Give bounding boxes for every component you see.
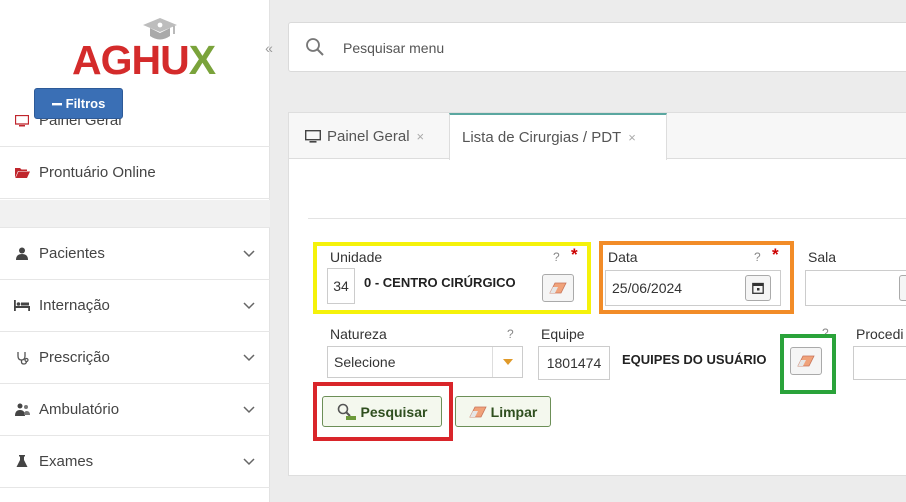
filters-divider bbox=[308, 218, 906, 219]
logo: AGHUX bbox=[0, 0, 269, 95]
monitor-icon bbox=[11, 113, 33, 129]
sala-input[interactable] bbox=[805, 270, 906, 306]
sidebar-item-ambulatorio[interactable]: Ambulatório bbox=[0, 384, 270, 436]
monitor-icon bbox=[305, 129, 321, 143]
pesquisar-label: Pesquisar bbox=[360, 403, 428, 420]
sidebar-item-label: Exames bbox=[39, 453, 94, 470]
equipe-value: EQUIPES DO USUÁRIO bbox=[622, 352, 767, 367]
natureza-dropdown-toggle[interactable] bbox=[492, 347, 522, 377]
collapse-sidebar-button[interactable]: « bbox=[262, 38, 276, 58]
tab-label: Painel Geral bbox=[327, 127, 410, 145]
data-help-icon[interactable]: ? bbox=[754, 250, 761, 264]
unidade-code-input[interactable]: 34 bbox=[327, 268, 355, 304]
chevron-down-icon bbox=[243, 354, 255, 362]
sala-button[interactable] bbox=[899, 275, 906, 301]
natureza-selected-value: Selecione bbox=[334, 354, 396, 370]
sidebar-item-label: Internação bbox=[39, 297, 110, 314]
sidebar-item-exames[interactable]: Exames bbox=[0, 436, 270, 488]
tab-label: Lista de Cirurgias / PDT bbox=[462, 129, 622, 146]
equipe-code-input[interactable]: 1801474 bbox=[538, 346, 610, 380]
sidebar-item-prontuario-online[interactable]: Prontuário Online bbox=[0, 147, 270, 199]
natureza-help-icon[interactable]: ? bbox=[507, 327, 514, 341]
procedimento-input[interactable] bbox=[853, 346, 906, 380]
bed-icon bbox=[11, 298, 33, 314]
sidebar-item-label: Ambulatório bbox=[39, 401, 120, 418]
tab-bar: Painel Geral × Lista de Cirurgias / PDT … bbox=[289, 113, 906, 160]
unidade-clear-button[interactable] bbox=[542, 274, 574, 302]
menu-search-box[interactable] bbox=[288, 22, 906, 72]
filtros-label: Filtros bbox=[65, 96, 106, 111]
chevron-down-icon bbox=[243, 250, 255, 258]
unidade-label: Unidade bbox=[330, 249, 383, 265]
sala-label: Sala bbox=[808, 249, 837, 265]
users-icon bbox=[11, 402, 33, 418]
chevron-down-icon bbox=[243, 458, 255, 466]
equipe-clear-button[interactable] bbox=[790, 347, 822, 375]
eraser-icon bbox=[797, 355, 815, 367]
pesquisar-button[interactable]: Pesquisar bbox=[322, 396, 442, 427]
logo-text: AGHUX bbox=[72, 36, 216, 84]
procedimento-label: Procedi bbox=[856, 326, 904, 342]
equipe-label: Equipe bbox=[541, 326, 585, 342]
data-value: 25/06/2024 bbox=[612, 280, 683, 296]
search-icon bbox=[306, 38, 324, 56]
stethoscope-icon bbox=[11, 350, 33, 366]
tab-painel-geral[interactable]: Painel Geral × bbox=[293, 113, 447, 159]
limpar-label: Limpar bbox=[490, 403, 538, 420]
sidebar-item-pacientes[interactable]: Pacientes bbox=[0, 228, 270, 280]
sidebar-separator bbox=[0, 200, 270, 228]
tab-lista-cirurgias[interactable]: Lista de Cirurgias / PDT × bbox=[449, 113, 667, 160]
limpar-button[interactable]: Limpar bbox=[455, 396, 551, 427]
sidebar-item-label: Pacientes bbox=[39, 245, 105, 262]
eraser-icon bbox=[469, 406, 487, 417]
minus-icon bbox=[51, 102, 62, 105]
search-abc-icon bbox=[337, 403, 356, 420]
search-input[interactable] bbox=[341, 35, 841, 61]
folder-open-icon bbox=[11, 165, 33, 181]
sidebar: AGHUX « Painel Geral Prontuário Online P… bbox=[0, 0, 273, 502]
calendar-button[interactable] bbox=[745, 275, 771, 301]
caret-down-icon bbox=[502, 359, 513, 365]
sidebar-item-prescricao[interactable]: Prescrição bbox=[0, 332, 270, 384]
user-icon bbox=[11, 246, 33, 262]
sidebar-item-internacao[interactable]: Internação bbox=[0, 280, 270, 332]
natureza-label: Natureza bbox=[330, 326, 387, 342]
flask-icon bbox=[11, 454, 33, 470]
logo-text-x: X bbox=[188, 37, 216, 83]
close-tab-icon[interactable]: × bbox=[417, 129, 425, 144]
data-required-mark: * bbox=[772, 245, 779, 264]
equipe-help-icon[interactable]: ? bbox=[822, 326, 829, 340]
unidade-value: 0 - CENTRO CIRÚRGICO bbox=[364, 275, 516, 290]
chevron-down-icon bbox=[243, 406, 255, 414]
chevron-down-icon bbox=[243, 302, 255, 310]
data-label: Data bbox=[608, 249, 638, 265]
sidebar-item-label: Prontuário Online bbox=[39, 164, 156, 181]
eraser-icon bbox=[549, 282, 567, 294]
calendar-icon bbox=[752, 282, 764, 294]
close-tab-icon[interactable]: × bbox=[628, 130, 636, 145]
sidebar-item-label: Prescrição bbox=[39, 349, 110, 366]
unidade-required-mark: * bbox=[571, 245, 578, 264]
unidade-help-icon[interactable]: ? bbox=[553, 250, 560, 264]
filtros-toggle-button[interactable]: Filtros bbox=[34, 88, 123, 119]
logo-text-main: AGHU bbox=[72, 37, 190, 83]
